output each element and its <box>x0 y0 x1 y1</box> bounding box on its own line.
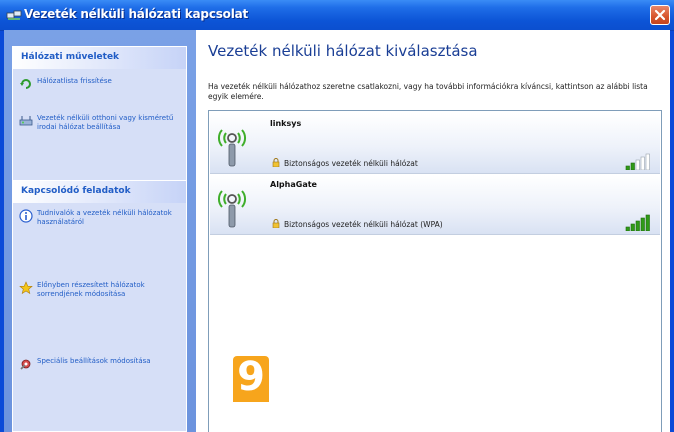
lock-icon <box>272 158 280 167</box>
close-button[interactable] <box>650 5 670 25</box>
step-number-badge: 9 <box>233 354 269 402</box>
star-icon <box>19 281 33 295</box>
refresh-icon <box>20 79 31 89</box>
network-list[interactable]: linksys Biztonságos vezeték nélküli háló… <box>208 110 662 432</box>
task-pane: Hálózati műveletek Hálózatlista frissíté… <box>4 30 196 432</box>
signal-bar <box>645 214 650 231</box>
settings-icon <box>20 359 31 370</box>
window: Vezeték nélküli hálózati kapcsolat Hálóz… <box>0 0 674 432</box>
info-icon <box>19 209 33 223</box>
wireless-connection-icon <box>6 10 22 20</box>
title-bar[interactable]: Vezeték nélküli hálózati kapcsolat <box>0 0 674 31</box>
wireless-setup-icon <box>19 116 33 126</box>
instructions-text: Ha vezeték nélküli hálózathoz szeretne c… <box>208 82 648 101</box>
network-tasks-panel: Hálózati műveletek Hálózatlista frissíté… <box>12 46 187 181</box>
network-name: AlphaGate <box>270 180 317 189</box>
network-security-label: Biztonságos vezeték nélküli hálózat <box>284 159 418 168</box>
signal-bar <box>645 153 650 170</box>
close-icon <box>654 9 666 21</box>
related-tasks-panel: Kapcsolódó feladatok Tudnivalók a vezeté… <box>12 180 187 432</box>
network-name: linksys <box>270 119 302 128</box>
wireless-network-icon <box>218 190 246 228</box>
network-security-label: Biztonságos vezeték nélküli hálózat (WPA… <box>284 220 443 229</box>
signal-strength-icon <box>625 214 650 231</box>
signal-bar <box>630 162 635 170</box>
wireless-network-icon <box>218 129 246 167</box>
signal-bar <box>635 220 640 231</box>
client-area: Hálózati műveletek Hálózatlista frissíté… <box>4 30 670 432</box>
signal-bar <box>635 159 640 170</box>
network-tasks-header[interactable]: Hálózati műveletek <box>13 47 186 69</box>
lock-icon <box>272 219 280 228</box>
related-tasks-header[interactable]: Kapcsolódó feladatok <box>13 181 186 203</box>
network-tasks-title: Hálózati műveletek <box>21 52 120 62</box>
network-item-alphagate[interactable]: AlphaGate Biztonságos vezeték nélküli há… <box>210 175 660 235</box>
signal-bar <box>630 223 635 231</box>
window-title: Vezeték nélküli hálózati kapcsolat <box>24 7 249 21</box>
page-title: Vezeték nélküli hálózat kiválasztása <box>208 42 478 60</box>
signal-strength-icon <box>625 153 650 170</box>
network-item-linksys[interactable]: linksys Biztonságos vezeték nélküli háló… <box>210 114 660 174</box>
related-tasks-title: Kapcsolódó feladatok <box>21 186 131 196</box>
step-number: 9 <box>237 354 265 400</box>
signal-bar <box>625 226 630 231</box>
signal-bar <box>640 156 645 170</box>
signal-bar <box>640 217 645 231</box>
signal-bar <box>625 165 630 170</box>
